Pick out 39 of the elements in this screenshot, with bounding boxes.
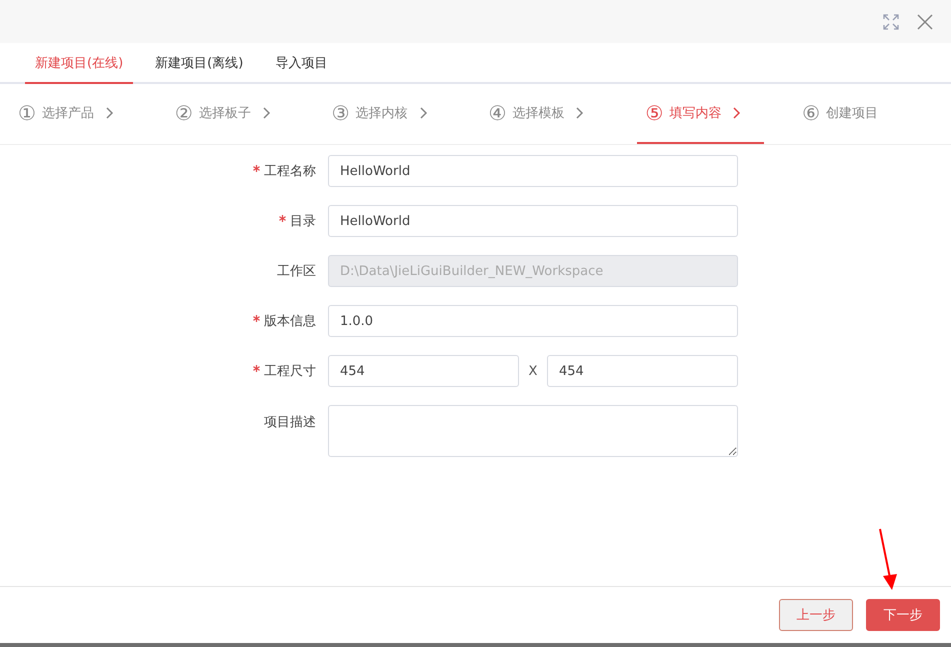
expand-icon[interactable]: [883, 14, 899, 30]
step-item[interactable]: ② 选择板子: [166, 84, 294, 144]
step-label: 选择板子: [198, 105, 251, 122]
step-number: ②: [174, 101, 193, 125]
field-label: 目录: [290, 213, 316, 230]
separator-text: X: [528, 364, 538, 378]
field-label: 项目描述: [264, 414, 316, 431]
step-label: 选择内核: [356, 105, 408, 122]
field-label: 工作区: [277, 263, 316, 280]
back-button[interactable]: 上一步: [779, 599, 853, 631]
step-label: 创建项目: [826, 105, 878, 122]
step-number: ④: [488, 101, 506, 125]
step-item[interactable]: ③ 选择内核: [324, 84, 450, 144]
tab[interactable]: 新建项目(离线): [145, 43, 254, 84]
step-label: 选择产品: [42, 105, 94, 122]
field-label: 版本信息: [264, 313, 316, 330]
step-item[interactable]: ① 选择产品: [10, 84, 137, 144]
field-label: 工程尺寸: [264, 363, 316, 380]
step-item[interactable]: ④ 选择模板: [480, 84, 608, 144]
step-number: ⑤: [645, 101, 664, 125]
arrow-annotation: [876, 528, 900, 592]
step-item[interactable]: ⑥ 创建项目: [794, 84, 921, 144]
textarea-field[interactable]: [328, 405, 738, 457]
tab[interactable]: 导入项目: [265, 43, 338, 84]
step-number: ③: [332, 101, 350, 125]
close-icon[interactable]: [917, 14, 933, 30]
input-field[interactable]: HelloWorld: [328, 205, 738, 237]
tab[interactable]: 新建项目(在线): [25, 43, 134, 84]
field-label: 工程名称: [264, 163, 316, 180]
step-label: 填写内容: [669, 105, 722, 122]
input-field[interactable]: 454: [547, 355, 738, 387]
step-label: 选择模板: [512, 105, 564, 122]
step-number: ⑥: [802, 101, 820, 125]
input-field[interactable]: 1.0.0: [328, 305, 738, 337]
step-number: ①: [18, 101, 36, 125]
step-item[interactable]: ⑤ 填写内容: [637, 84, 764, 144]
next-button[interactable]: 下一步: [866, 599, 940, 631]
input-field[interactable]: 454: [328, 355, 519, 387]
input-field[interactable]: HelloWorld: [328, 155, 738, 187]
